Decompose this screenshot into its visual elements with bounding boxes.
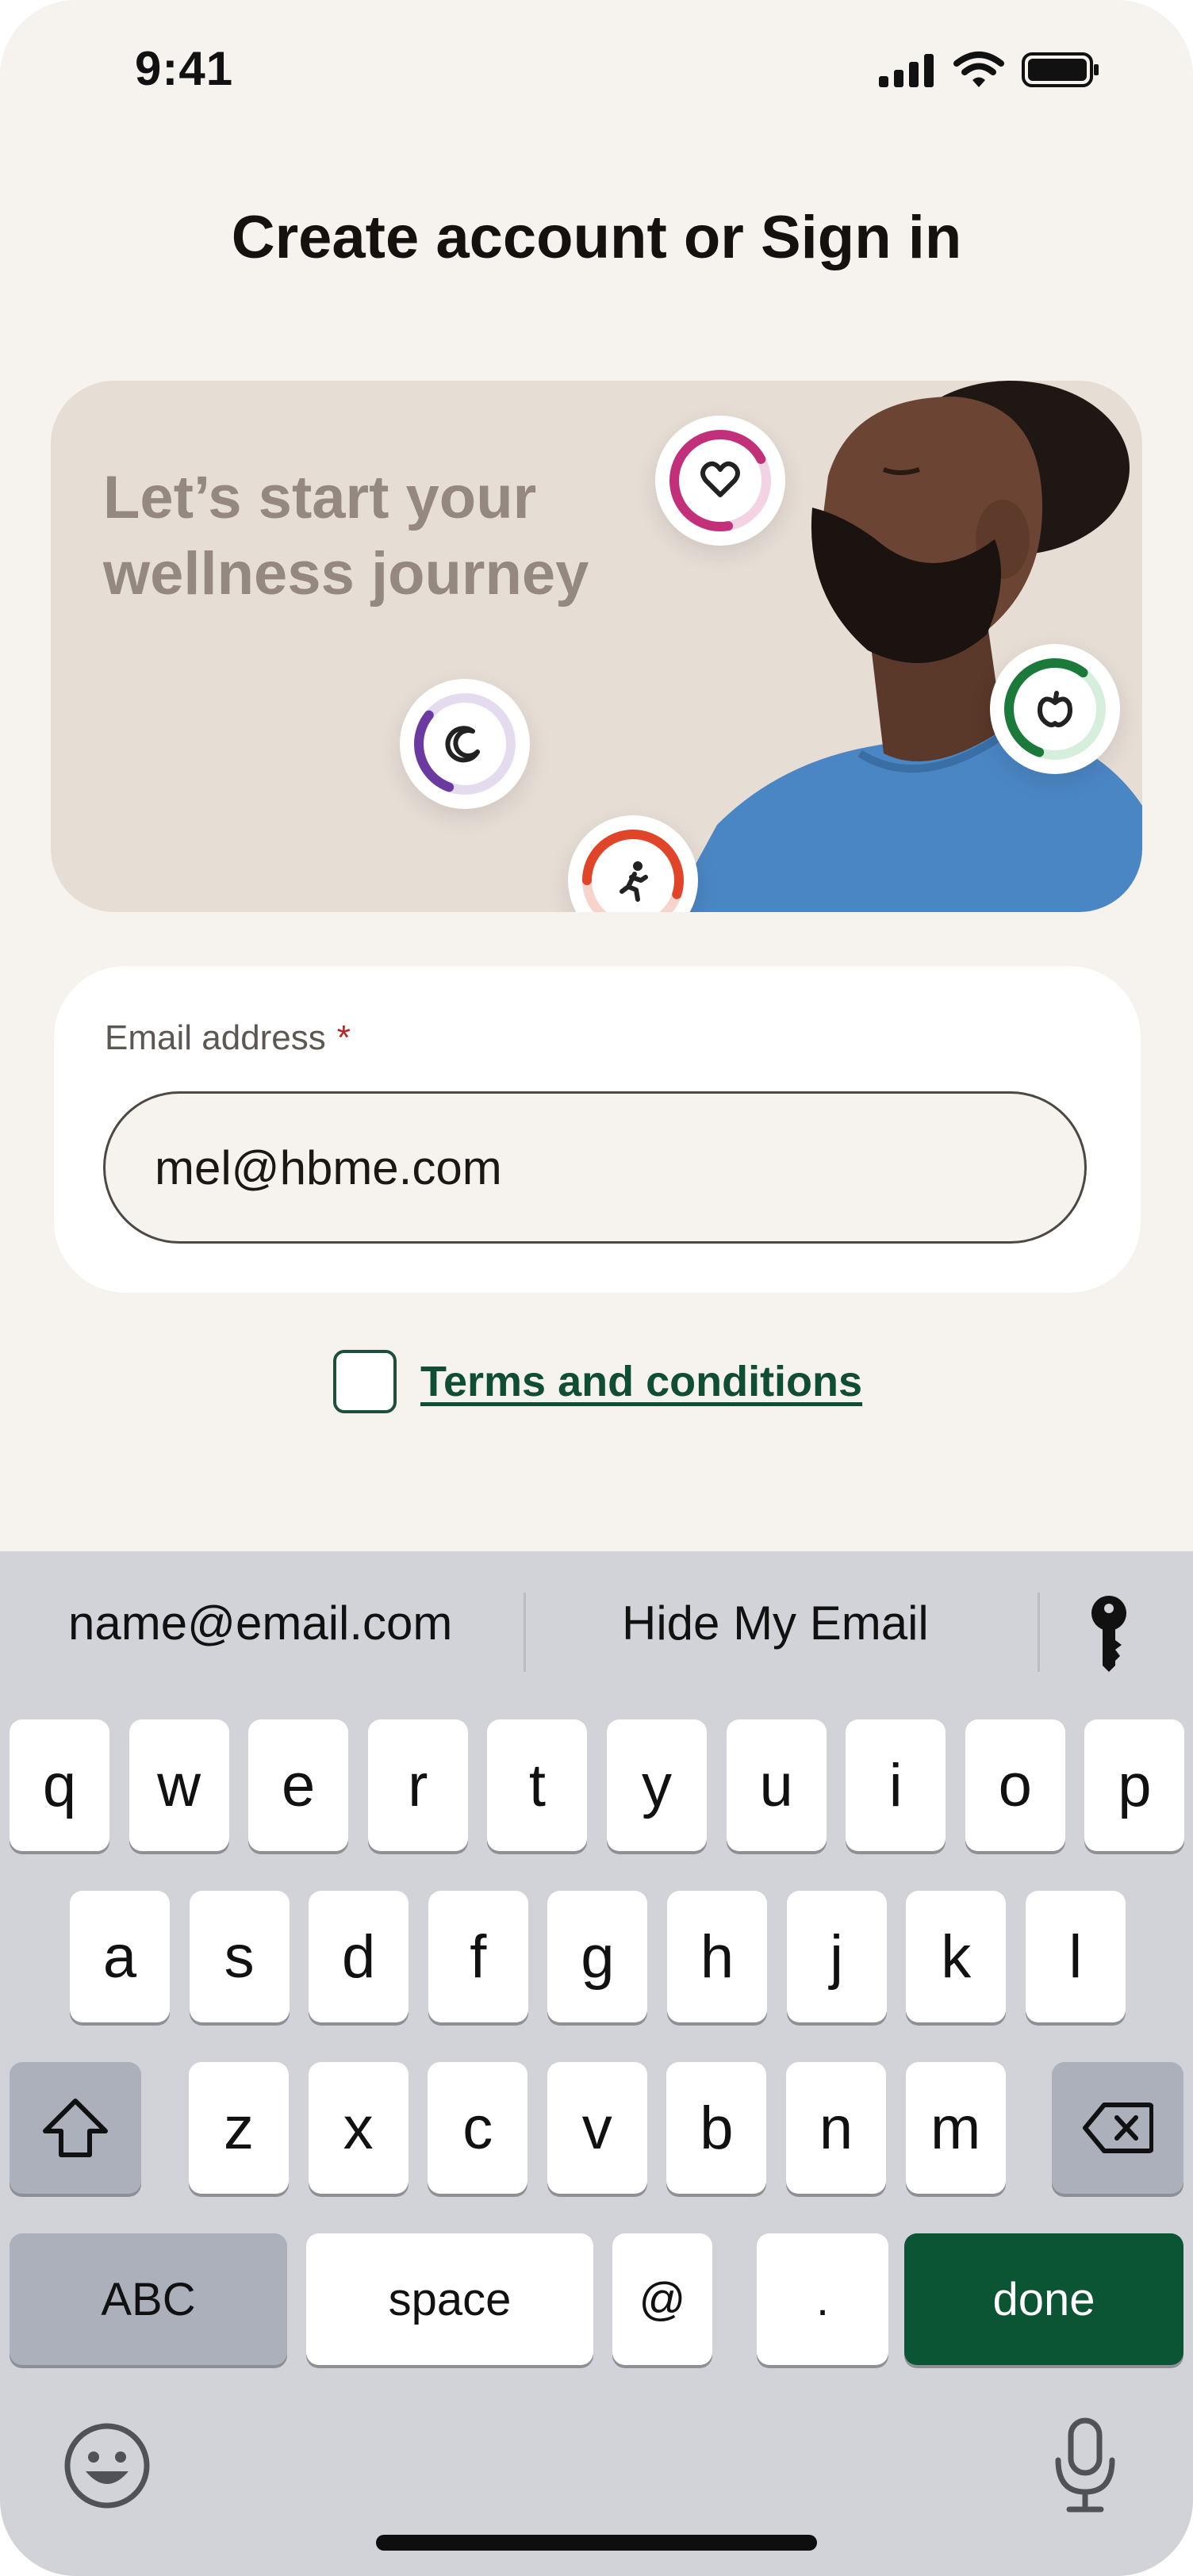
key-d[interactable]: d	[309, 1891, 409, 2022]
battery-icon	[1022, 51, 1101, 93]
key-t[interactable]: t	[487, 1719, 588, 1851]
abc-key[interactable]: ABC	[10, 2233, 287, 2365]
key-g[interactable]: g	[547, 1891, 648, 2022]
page-title: Create account or Sign in	[231, 204, 962, 271]
home-indicator	[376, 2535, 817, 2551]
onscreen-keyboard: name@email.com Hide My Email qwertyuiop a…	[0, 1551, 1193, 2576]
key-h[interactable]: h	[667, 1891, 767, 2022]
email-label-text: Email address	[105, 1018, 326, 1057]
hero-headline: Let’s start your wellness journey	[103, 464, 589, 608]
key-w[interactable]: w	[129, 1719, 229, 1851]
key-o[interactable]: o	[965, 1719, 1065, 1851]
key-f[interactable]: f	[428, 1891, 528, 2022]
runner-icon	[620, 861, 648, 902]
status-icons	[879, 51, 1101, 93]
status-time: 9:41	[135, 42, 234, 95]
shift-key[interactable]	[10, 2062, 141, 2194]
sleep-progress-ring	[400, 679, 530, 809]
microphone-icon[interactable]	[1052, 2417, 1118, 2518]
email-card: Email address *	[54, 966, 1141, 1293]
key-q[interactable]: q	[10, 1719, 109, 1851]
key-u[interactable]: u	[726, 1719, 827, 1851]
key-n[interactable]: n	[786, 2062, 886, 2194]
key-a[interactable]: a	[70, 1891, 170, 2022]
backspace-key[interactable]	[1052, 2062, 1183, 2194]
suggestion-hide-my-email[interactable]: Hide My Email	[622, 1596, 929, 1650]
done-key[interactable]: done	[904, 2233, 1183, 2365]
key-v[interactable]: v	[547, 2062, 647, 2194]
key-i[interactable]: i	[846, 1719, 946, 1851]
terms-row: Terms and conditions	[333, 1350, 862, 1413]
shift-icon	[43, 2099, 108, 2157]
app-screen: 9:41 Create account or Sign in Let’s sta…	[0, 0, 1193, 2576]
suggestion-divider	[1038, 1593, 1040, 1672]
at-key[interactable]: @	[612, 2233, 712, 2365]
key-z[interactable]: z	[189, 2062, 289, 2194]
wifi-icon	[953, 51, 1004, 93]
nutrition-progress-ring	[990, 644, 1120, 774]
key-c[interactable]: c	[428, 2062, 528, 2194]
key-r[interactable]: r	[367, 1719, 468, 1851]
suggestion-email[interactable]: name@email.com	[68, 1596, 452, 1650]
moon-icon	[445, 726, 480, 763]
heart-icon	[700, 461, 740, 497]
email-label: Email address *	[105, 1018, 351, 1058]
key-e[interactable]: e	[248, 1719, 349, 1851]
terms-link[interactable]: Terms and conditions	[420, 1357, 862, 1406]
cellular-signal-icon	[879, 52, 936, 91]
activity-progress-ring	[568, 815, 698, 912]
period-key[interactable]: .	[757, 2233, 888, 2365]
required-marker: *	[336, 1018, 351, 1057]
email-input[interactable]	[103, 1091, 1087, 1244]
key-l[interactable]: l	[1025, 1891, 1126, 2022]
key-m[interactable]: m	[905, 2062, 1006, 2194]
key-s[interactable]: s	[189, 1891, 290, 2022]
key-p[interactable]: p	[1084, 1719, 1185, 1851]
suggestion-divider	[524, 1593, 526, 1672]
key-icon[interactable]	[1088, 1594, 1130, 1685]
emoji-icon[interactable]	[63, 2422, 151, 2513]
autofill-suggestions: name@email.com Hide My Email	[0, 1551, 1193, 1710]
apple-icon	[1038, 691, 1072, 727]
key-k[interactable]: k	[906, 1891, 1007, 2022]
key-y[interactable]: y	[607, 1719, 707, 1851]
key-b[interactable]: b	[666, 2062, 767, 2194]
space-key[interactable]: space	[306, 2233, 593, 2365]
key-j[interactable]: j	[786, 1891, 887, 2022]
key-x[interactable]: x	[308, 2062, 409, 2194]
backspace-icon	[1083, 2103, 1153, 2153]
terms-checkbox[interactable]	[333, 1350, 397, 1413]
hero-banner: Let’s start your wellness journey	[51, 381, 1142, 912]
heart-progress-ring	[655, 416, 785, 546]
